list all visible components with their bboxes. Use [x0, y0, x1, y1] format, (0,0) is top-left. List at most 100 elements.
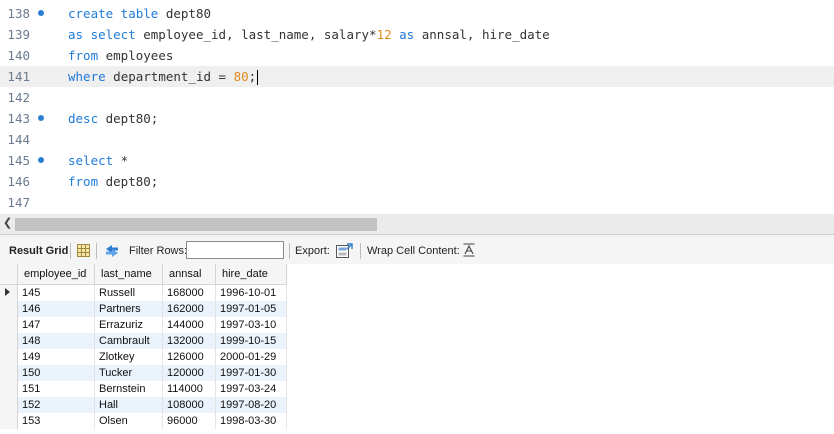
table-cell[interactable]: 144000 — [162, 317, 216, 333]
table-cell[interactable]: 1997-01-05 — [215, 301, 287, 317]
refresh-icon[interactable] — [104, 244, 120, 258]
column-header-last-name[interactable]: last_name — [94, 264, 163, 285]
code-text[interactable]: desc dept80; — [68, 108, 158, 129]
table-cell[interactable]: 151 — [17, 381, 95, 397]
wrap-text-icon[interactable] — [463, 243, 475, 257]
grid-layout-icon[interactable] — [77, 244, 90, 257]
statement-marker-icon[interactable] — [38, 157, 44, 163]
scrollbar-thumb[interactable] — [15, 218, 377, 231]
scroll-left-icon[interactable]: ❮ — [3, 216, 12, 229]
code-line[interactable]: 142 — [0, 87, 834, 108]
table-cell[interactable]: 152 — [17, 397, 95, 413]
code-text[interactable]: where department_id = 80; — [68, 66, 259, 87]
table-cell[interactable]: 2000-01-29 — [215, 349, 287, 365]
table-cell[interactable]: 108000 — [162, 397, 216, 413]
table-cell[interactable]: Olsen — [94, 413, 163, 429]
table-row[interactable]: 146 Partners 162000 1997-01-05 — [0, 301, 287, 317]
sql-keyword: as — [399, 27, 415, 42]
column-header-employee-id[interactable]: employee_id — [17, 264, 95, 285]
table-cell[interactable]: Tucker — [94, 365, 163, 381]
code-text[interactable]: as select employee_id, last_name, salary… — [68, 24, 550, 45]
statement-marker-icon[interactable] — [38, 10, 44, 16]
table-cell[interactable]: Russell — [94, 284, 163, 301]
code-text[interactable]: create table dept80 — [68, 3, 211, 24]
column-header-annsal[interactable]: annsal — [162, 264, 216, 285]
row-header[interactable] — [0, 397, 18, 413]
line-number: 145 — [7, 153, 30, 168]
table-row[interactable]: 147 Errazuriz 144000 1997-03-10 — [0, 317, 287, 333]
toolbar-divider — [96, 243, 97, 259]
table-row[interactable]: 148 Cambrault 132000 1999-10-15 — [0, 333, 287, 349]
row-header[interactable] — [0, 365, 18, 381]
row-header[interactable] — [0, 381, 18, 397]
toolbar-divider — [289, 243, 290, 259]
table-row[interactable]: 145 Russell 168000 1996-10-01 — [0, 284, 287, 301]
sql-text: annsal, hire_date — [414, 27, 550, 42]
table-cell[interactable]: 1999-10-15 — [215, 333, 287, 349]
line-number: 144 — [7, 132, 30, 147]
table-cell[interactable]: Zlotkey — [94, 349, 163, 365]
table-cell[interactable]: Partners — [94, 301, 163, 317]
code-line[interactable]: 146 from dept80; — [0, 171, 834, 192]
sql-text: employees — [98, 48, 174, 63]
sql-keyword: from — [68, 48, 99, 63]
code-text[interactable]: from dept80; — [68, 171, 158, 192]
code-line[interactable]: 141 where department_id = 80; — [0, 66, 834, 87]
table-cell[interactable]: 147 — [17, 317, 95, 333]
sql-text: dept80 — [158, 6, 211, 21]
row-header[interactable] — [0, 413, 18, 429]
row-header[interactable] — [0, 349, 18, 365]
editor-horizontal-scrollbar[interactable]: ❮ — [0, 214, 834, 234]
table-cell[interactable]: 149 — [17, 349, 95, 365]
filter-rows-input[interactable] — [186, 241, 284, 259]
code-line[interactable]: 143 desc dept80; — [0, 108, 834, 129]
table-cell[interactable]: 148 — [17, 333, 95, 349]
line-number: 143 — [7, 111, 30, 126]
column-header-hire-date[interactable]: hire_date — [215, 264, 287, 285]
code-line[interactable]: 138 create table dept80 — [0, 3, 834, 24]
sql-editor[interactable]: 138 create table dept80 139 as select emplo… — [0, 0, 834, 214]
table-cell[interactable]: 132000 — [162, 333, 216, 349]
table-cell[interactable]: 150 — [17, 365, 95, 381]
row-header[interactable] — [0, 333, 18, 349]
table-cell[interactable]: 1997-03-24 — [215, 381, 287, 397]
table-cell[interactable]: Hall — [94, 397, 163, 413]
code-line[interactable]: 147 — [0, 192, 834, 213]
table-cell[interactable]: 126000 — [162, 349, 216, 365]
result-grid-tab[interactable]: Result Grid — [9, 238, 68, 264]
table-cell[interactable]: 146 — [17, 301, 95, 317]
result-grid[interactable]: employee_id last_name annsal hire_date 1… — [0, 264, 834, 434]
sql-text: department_id = — [105, 69, 234, 84]
table-cell[interactable]: 96000 — [162, 413, 216, 429]
table-row[interactable]: 151 Bernstein 114000 1997-03-24 — [0, 381, 287, 397]
code-line[interactable]: 145 select * — [0, 150, 834, 171]
table-cell[interactable]: 168000 — [162, 284, 216, 301]
table-row[interactable]: 153 Olsen 96000 1998-03-30 — [0, 413, 287, 429]
table-cell[interactable]: 1998-03-30 — [215, 413, 287, 429]
table-cell[interactable]: 1997-01-30 — [215, 365, 287, 381]
table-row[interactable]: 150 Tucker 120000 1997-01-30 — [0, 365, 287, 381]
table-cell[interactable]: Errazuriz — [94, 317, 163, 333]
table-cell[interactable]: Cambrault — [94, 333, 163, 349]
table-cell[interactable]: 1997-03-10 — [215, 317, 287, 333]
table-row[interactable]: 152 Hall 108000 1997-08-20 — [0, 397, 287, 413]
table-cell[interactable]: Bernstein — [94, 381, 163, 397]
export-icon[interactable] — [336, 243, 353, 259]
code-line[interactable]: 144 — [0, 129, 834, 150]
table-cell[interactable]: 120000 — [162, 365, 216, 381]
row-header[interactable] — [0, 317, 18, 333]
table-cell[interactable]: 162000 — [162, 301, 216, 317]
code-text[interactable]: select * — [68, 150, 128, 171]
code-text[interactable]: from employees — [68, 45, 173, 66]
table-cell[interactable]: 1997-08-20 — [215, 397, 287, 413]
code-line[interactable]: 140 from employees — [0, 45, 834, 66]
row-header[interactable] — [0, 301, 18, 317]
table-cell[interactable]: 1996-10-01 — [215, 284, 287, 301]
table-cell[interactable]: 153 — [17, 413, 95, 429]
table-cell[interactable]: 145 — [17, 284, 95, 301]
table-row[interactable]: 149 Zlotkey 126000 2000-01-29 — [0, 349, 287, 365]
table-cell[interactable]: 114000 — [162, 381, 216, 397]
statement-marker-icon[interactable] — [38, 115, 44, 121]
code-line[interactable]: 139 as select employee_id, last_name, sal… — [0, 24, 834, 45]
row-header[interactable] — [0, 284, 18, 301]
